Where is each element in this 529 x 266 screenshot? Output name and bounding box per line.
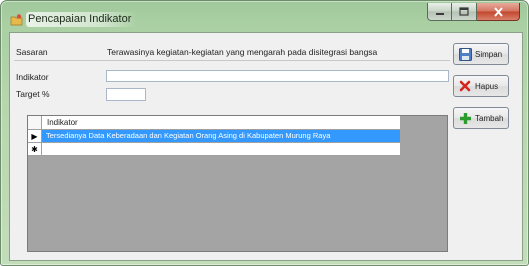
delete-x-icon bbox=[458, 79, 472, 93]
window-title: Pencapaian Indikator bbox=[26, 12, 138, 27]
maximize-icon bbox=[459, 7, 469, 16]
hapus-button[interactable]: Hapus bbox=[453, 75, 509, 97]
current-row-marker-icon[interactable]: ▶ bbox=[28, 130, 42, 142]
hapus-label: Hapus bbox=[475, 81, 499, 91]
table-row-new[interactable]: ✱ bbox=[28, 143, 400, 156]
grid-header: Indikator bbox=[28, 116, 400, 130]
add-plus-icon bbox=[458, 111, 472, 125]
grid-corner-cell bbox=[28, 116, 42, 129]
table-cell[interactable] bbox=[42, 143, 400, 155]
target-label: Target % bbox=[16, 89, 50, 99]
sasaran-divider bbox=[14, 60, 450, 61]
tambah-button[interactable]: Tambah bbox=[453, 107, 509, 129]
simpan-label: Simpan bbox=[475, 49, 503, 59]
table-row[interactable]: ▶ Tersedianya Data Keberadaan dan Kegiat… bbox=[28, 130, 400, 143]
close-button[interactable] bbox=[477, 3, 520, 21]
indikator-input[interactable] bbox=[106, 70, 449, 82]
maximize-button[interactable] bbox=[452, 3, 477, 21]
sasaran-label: Sasaran bbox=[16, 47, 48, 57]
table-cell[interactable]: Tersedianya Data Keberadaan dan Kegiatan… bbox=[42, 130, 400, 142]
app-icon bbox=[10, 14, 23, 26]
tambah-label: Tambah bbox=[475, 113, 504, 123]
new-row-marker-icon[interactable]: ✱ bbox=[28, 143, 42, 155]
minimize-icon bbox=[435, 12, 444, 15]
minimize-button[interactable] bbox=[427, 3, 452, 21]
simpan-button[interactable]: Simpan bbox=[453, 43, 509, 65]
save-icon bbox=[458, 47, 472, 61]
indikator-label: Indikator bbox=[16, 72, 49, 82]
target-input[interactable] bbox=[106, 88, 146, 101]
app-window: Pencapaian Indikator Sasaran Terawasinya… bbox=[0, 0, 529, 266]
form-body: Sasaran Terawasinya kegiatan-kegiatan ya… bbox=[9, 32, 523, 261]
indikator-grid[interactable]: Indikator ▶ Tersedianya Data Keberadaan … bbox=[27, 115, 448, 252]
title-bar[interactable]: Pencapaian Indikator bbox=[1, 1, 528, 33]
grid-column-indikator[interactable]: Indikator bbox=[47, 118, 78, 127]
sasaran-value: Terawasinya kegiatan-kegiatan yang menga… bbox=[107, 47, 378, 57]
close-icon bbox=[493, 6, 503, 17]
